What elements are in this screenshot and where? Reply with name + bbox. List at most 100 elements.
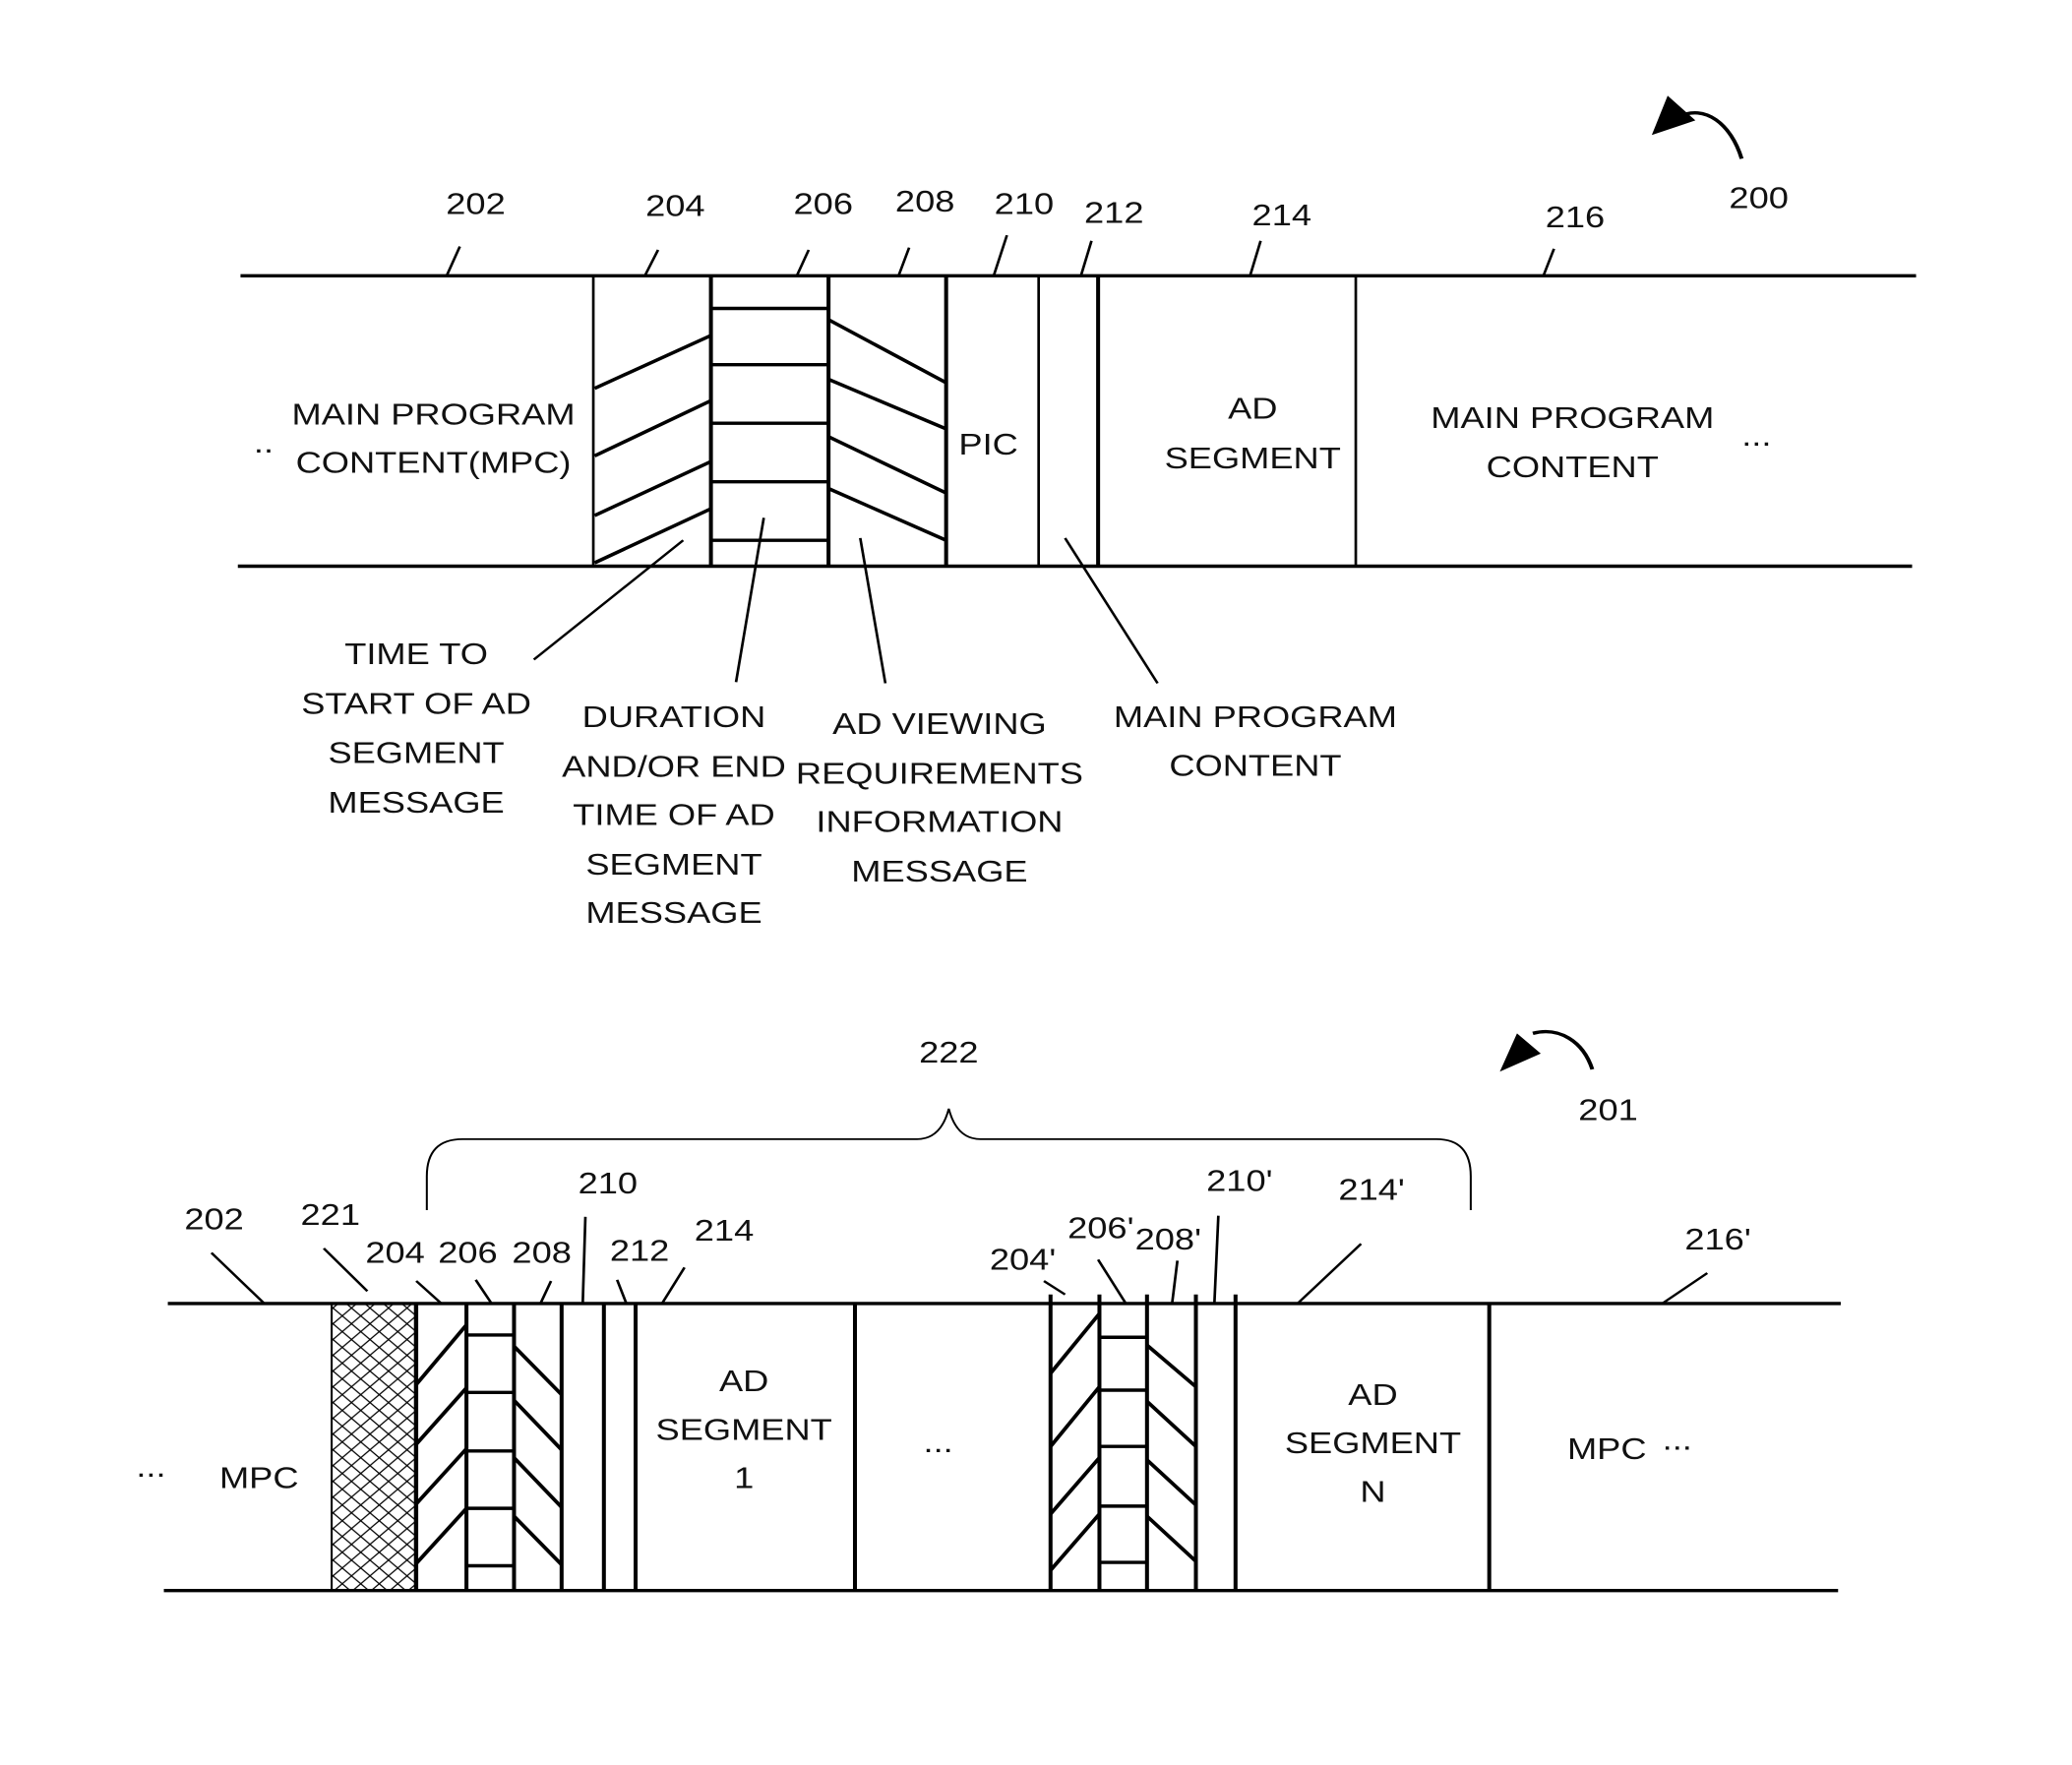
svg-text:DURATION: DURATION	[582, 701, 766, 735]
pic-label: PIC	[958, 429, 1017, 462]
leader-216-prime	[1661, 1272, 1709, 1305]
figure-ref-200: 200	[1729, 182, 1788, 215]
ref-208: 208	[512, 1237, 571, 1270]
leader-210-prime	[1212, 1215, 1220, 1304]
leader-viewing-req	[859, 537, 887, 684]
segment-206p-bars	[1099, 1335, 1147, 1564]
segment-208-hatch	[512, 1345, 564, 1566]
ad-segment-line2: SEGMENT	[1165, 442, 1341, 475]
ref-214: 214	[695, 1214, 754, 1248]
callout-duration: DURATION AND/OR END TIME OF AD SEGMENT M…	[562, 701, 786, 931]
leader-210	[580, 1216, 587, 1304]
svg-text:AD VIEWING: AD VIEWING	[832, 707, 1047, 741]
ref-214-prime: 214'	[1338, 1174, 1404, 1207]
svg-text:REQUIREMENTS: REQUIREMENTS	[796, 758, 1083, 791]
leader-202	[210, 1251, 266, 1305]
brace-ref-222: 222	[919, 1036, 978, 1069]
svg-text:START OF AD: START OF AD	[301, 688, 531, 721]
segment-208-hatch	[827, 318, 947, 542]
segment-204-hatch	[414, 1323, 468, 1565]
svg-text:SEGMENT: SEGMENT	[328, 737, 504, 770]
leader-204	[643, 249, 660, 276]
leader-duration	[734, 517, 765, 683]
ref-208: 208	[895, 186, 954, 219]
leader-221	[323, 1248, 369, 1293]
ad-insertion-diagram: 200 .. MAIN PROGRAM CONTENT(MPC) PIC AD …	[136, 95, 1917, 1593]
leader-main-program	[1064, 537, 1159, 685]
leader-210	[992, 234, 1008, 276]
ref-212: 212	[610, 1235, 669, 1268]
leader-208	[539, 1280, 553, 1305]
ad-segment-1-line3: 1	[734, 1462, 754, 1495]
ref-204: 204	[365, 1237, 424, 1270]
ref-221: 221	[301, 1198, 360, 1232]
segment-208p-hatch	[1145, 1344, 1197, 1563]
leader-214-prime	[1296, 1243, 1363, 1305]
svg-text:CONTENT: CONTENT	[1169, 750, 1341, 783]
svg-text:MESSAGE: MESSAGE	[328, 786, 504, 820]
leader-214	[1249, 240, 1262, 276]
ref-204: 204	[645, 190, 704, 223]
leader-204-prime	[1043, 1280, 1066, 1296]
ellipsis-left: ..	[254, 426, 274, 459]
leader-206	[474, 1279, 493, 1305]
figure-201: 201 222 ... MPC AD SEGMENT 1 ... AD SEGM…	[136, 1030, 1841, 1593]
ref-206: 206	[438, 1237, 497, 1270]
figure-ref-arrow-icon	[1532, 1030, 1595, 1070]
ref-210: 210	[579, 1167, 638, 1200]
ad-segment-1-line1: AD	[719, 1366, 768, 1399]
leader-212	[1079, 240, 1093, 276]
svg-text:TIME OF AD: TIME OF AD	[573, 799, 774, 832]
leader-202	[445, 246, 461, 276]
segment-204p-hatch	[1049, 1312, 1102, 1572]
leader-212	[615, 1279, 628, 1305]
leader-216	[1542, 248, 1555, 276]
callout-viewing-requirements: AD VIEWING REQUIREMENTS INFORMATION MESS…	[796, 707, 1083, 888]
svg-text:SEGMENT: SEGMENT	[585, 848, 762, 882]
mpc-right-line1: MAIN PROGRAM	[1431, 401, 1714, 435]
ref-208-prime: 208'	[1135, 1223, 1201, 1256]
svg-text:MESSAGE: MESSAGE	[851, 855, 1027, 888]
leader-206	[795, 249, 811, 276]
ref-214: 214	[1252, 199, 1311, 232]
svg-text:AND/OR END: AND/OR END	[562, 751, 786, 784]
svg-text:INFORMATION: INFORMATION	[816, 806, 1063, 839]
ref-206-prime: 206'	[1067, 1212, 1133, 1246]
ref-216: 216	[1546, 202, 1605, 235]
svg-text:MESSAGE: MESSAGE	[585, 897, 762, 931]
ref-202: 202	[184, 1203, 243, 1237]
mpc-left: MPC	[219, 1462, 299, 1495]
ad-segment-n-line2: SEGMENT	[1285, 1427, 1461, 1460]
ad-segment-1-line2: SEGMENT	[656, 1414, 832, 1447]
callout-main-program: MAIN PROGRAM CONTENT	[1114, 701, 1397, 783]
segment-206-bars	[710, 306, 829, 542]
leader-208-prime	[1171, 1260, 1180, 1305]
arrowhead-icon	[1651, 95, 1696, 136]
callout-time-to-start: TIME TO START OF AD SEGMENT MESSAGE	[301, 638, 531, 820]
ref-204-prime: 204'	[990, 1244, 1056, 1277]
ad-segment-line1: AD	[1228, 393, 1277, 426]
ellipsis-left: ...	[136, 1451, 165, 1485]
leader-206-prime	[1096, 1258, 1127, 1305]
leader-208	[897, 247, 911, 276]
leader-204	[415, 1280, 443, 1305]
ref-206: 206	[794, 188, 853, 221]
ref-212: 212	[1084, 197, 1143, 230]
ref-210-prime: 210'	[1206, 1165, 1272, 1198]
segment-206-bars	[466, 1333, 515, 1568]
figure-ref-201: 201	[1578, 1094, 1637, 1127]
segment-221-crosshatch	[331, 1303, 416, 1592]
ad-segment-n-line1: AD	[1348, 1378, 1397, 1412]
ad-segment-n-line3: N	[1360, 1476, 1385, 1509]
mpc-left-line2: CONTENT(MPC)	[296, 447, 572, 480]
leader-214	[660, 1266, 686, 1305]
figure-200: 200 .. MAIN PROGRAM CONTENT(MPC) PIC AD …	[237, 95, 1917, 931]
mpc-right-line2: CONTENT	[1487, 452, 1659, 485]
ref-216-prime: 216'	[1684, 1223, 1750, 1256]
mpc-right: MPC	[1567, 1432, 1647, 1466]
svg-text:TIME TO: TIME TO	[344, 638, 488, 671]
ellipsis-right: ...	[1741, 419, 1771, 453]
ref-210: 210	[995, 188, 1054, 221]
ellipsis-right: ...	[1663, 1424, 1692, 1457]
arrowhead-icon	[1499, 1033, 1542, 1072]
